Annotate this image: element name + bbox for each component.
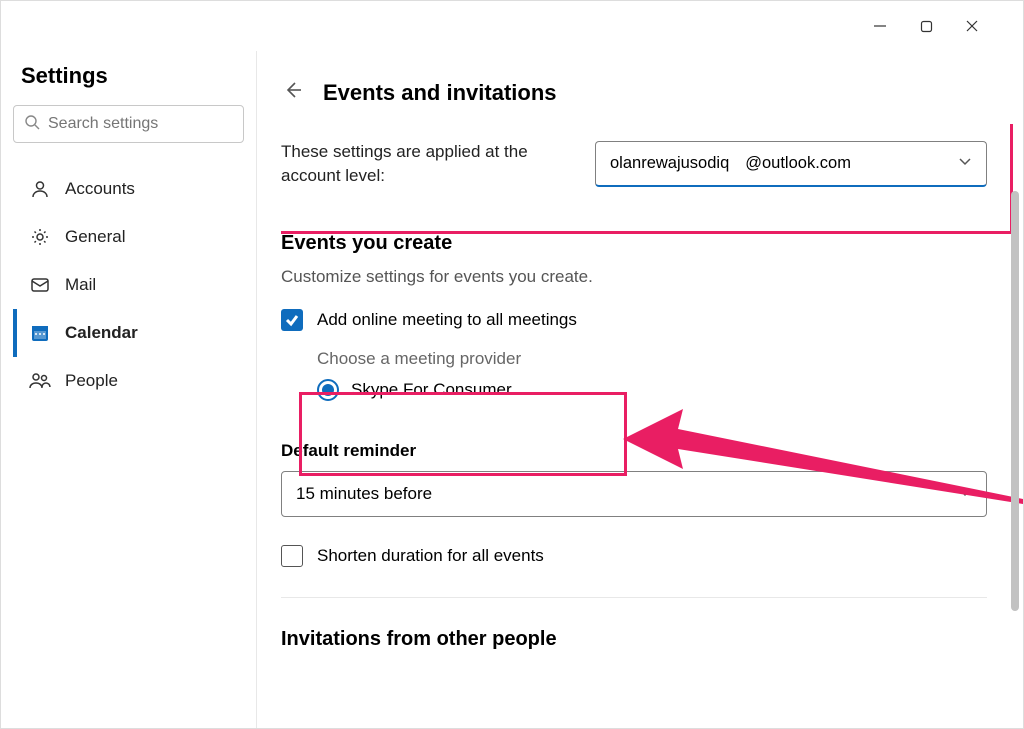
checkbox-unchecked-icon [281,545,303,567]
provider-option-label: Skype For Consumer [351,380,512,400]
back-button[interactable] [281,79,303,106]
account-select[interactable]: olanrewajusodiq @outlook.com [595,141,987,187]
reminder-value: 15 minutes before [296,484,432,504]
sidebar-item-general[interactable]: General [13,213,244,261]
events-create-title: Events you create [281,232,987,255]
divider [281,597,987,598]
settings-title: Settings [13,63,244,89]
sidebar: Settings Accounts General [1,51,256,728]
account-domain: @outlook.com [745,154,851,173]
add-online-meeting-checkbox[interactable]: Add online meeting to all meetings [281,309,987,331]
search-input-container[interactable] [13,105,244,143]
account-user: olanrewajusodiq [610,154,729,173]
checkbox-checked-icon [281,309,303,331]
shorten-duration-label: Shorten duration for all events [317,546,544,566]
sidebar-item-label: Mail [65,275,96,295]
window-titlebar [1,1,1023,51]
chevron-down-icon [958,484,972,504]
gear-icon [27,227,53,247]
mail-icon [27,275,53,295]
people-icon [27,371,53,391]
close-button[interactable] [949,10,995,42]
sidebar-item-label: People [65,371,118,391]
search-input[interactable] [48,115,233,133]
sidebar-item-mail[interactable]: Mail [13,261,244,309]
search-icon [24,114,40,135]
sidebar-item-label: Accounts [65,179,135,199]
sidebar-item-label: Calendar [65,323,138,343]
sidebar-item-calendar[interactable]: Calendar [13,309,244,357]
calendar-icon [27,323,53,343]
meeting-provider-label: Choose a meeting provider [317,349,987,369]
chevron-down-icon [958,154,972,173]
shorten-duration-checkbox[interactable]: Shorten duration for all events [281,545,987,567]
sidebar-item-label: General [65,227,125,247]
page-title: Events and invitations [323,80,557,106]
account-level-description: These settings are applied at the accoun… [281,140,595,188]
scrollbar[interactable] [1011,191,1019,611]
default-reminder-label: Default reminder [281,441,987,461]
events-create-subtitle: Customize settings for events you create… [281,267,987,287]
add-online-meeting-label: Add online meeting to all meetings [317,310,577,330]
radio-checked-icon [317,379,339,401]
provider-skype-radio[interactable]: Skype For Consumer [317,379,987,401]
person-icon [27,179,53,199]
sidebar-item-accounts[interactable]: Accounts [13,165,244,213]
maximize-button[interactable] [903,10,949,42]
invitations-title: Invitations from other people [281,628,987,651]
minimize-button[interactable] [857,10,903,42]
main-panel: Events and invitations These settings ar… [256,51,1023,728]
sidebar-item-people[interactable]: People [13,357,244,405]
default-reminder-select[interactable]: 15 minutes before [281,471,987,517]
